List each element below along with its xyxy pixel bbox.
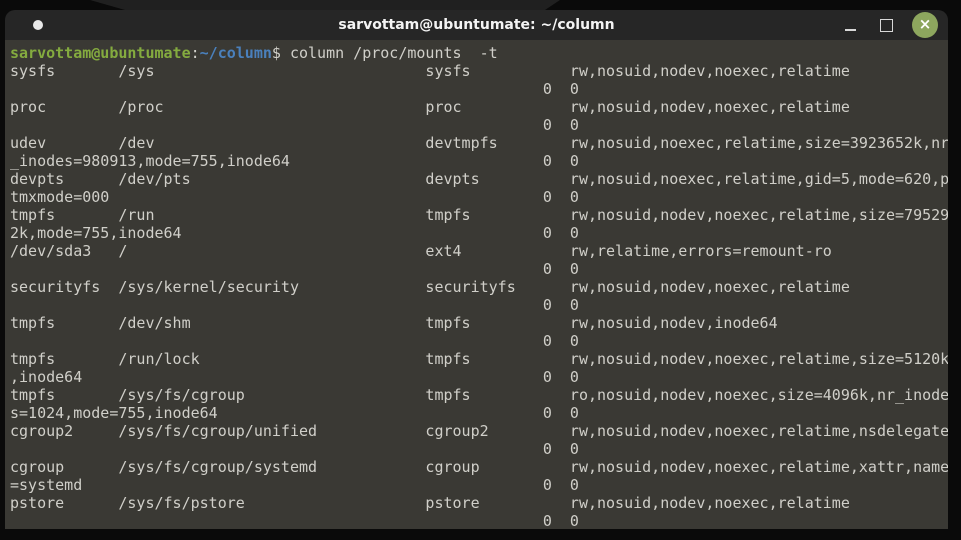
mount-row-line: tmpfs /sys/fs/cgroup tmpfs ro,nosuid,nod… [10, 386, 948, 404]
maximize-icon [879, 18, 893, 32]
prompt-user: sarvottam@ubuntumate [10, 44, 191, 62]
prompt-path: ~/column [199, 44, 272, 62]
prompt-line: sarvottam@ubuntumate:~/column$ column /p… [10, 44, 948, 62]
mount-row-line: proc /proc proc rw,nosuid,nodev,noexec,r… [10, 98, 850, 116]
prompt-command: $ column /proc/mounts -t [271, 44, 498, 62]
mount-row-line: cgroup /sys/fs/cgroup/systemd cgroup rw,… [10, 458, 948, 476]
minimize-button[interactable] [832, 10, 868, 40]
mount-row-wrap-line: _inodes=980913,mode=755,inode64 0 0 [10, 152, 579, 170]
mount-row-line: pstore /sys/fs/pstore pstore rw,nosuid,n… [10, 494, 850, 512]
window-controls: × [832, 10, 942, 40]
maximize-button[interactable] [868, 10, 904, 40]
mount-row-wrap-line: ,inode64 0 0 [10, 368, 579, 386]
mount-row-wrap-line: 2k,mode=755,inode64 0 0 [10, 224, 579, 242]
mount-row-wrap-line: tmxmode=000 0 0 [10, 188, 579, 206]
mount-row-wrap-line: 0 0 [10, 80, 579, 98]
mount-row-line: cgroup2 /sys/fs/cgroup/unified cgroup2 r… [10, 422, 948, 440]
mount-row-wrap-line: 0 0 [10, 332, 579, 350]
close-icon: × [918, 14, 932, 33]
mount-row-line: tmpfs /dev/shm tmpfs rw,nosuid,nodev,ino… [10, 314, 778, 332]
terminal-screen[interactable]: sarvottam@ubuntumate:~/column$ column /p… [5, 40, 948, 529]
wallpaper-wedge [90, 0, 560, 10]
mount-row-wrap-line: 0 0 [10, 296, 579, 314]
mount-row-wrap-line: 0 0 [10, 260, 579, 278]
window-title: sarvottam@ubuntumate: ~/column [338, 17, 615, 33]
titlebar[interactable]: sarvottam@ubuntumate: ~/column × [5, 10, 948, 40]
mount-row-wrap-line: s=1024,mode=755,inode64 0 0 [10, 404, 579, 422]
close-button[interactable]: × [912, 12, 938, 38]
mount-row-line: /dev/sda3 / ext4 rw,relatime,errors=remo… [10, 242, 832, 260]
minimize-icon [844, 28, 856, 31]
command-output: sysfs /sys sysfs rw,nosuid,nodev,noexec,… [10, 62, 948, 529]
mount-row-wrap-line: 0 0 [10, 512, 579, 529]
mount-row-line: tmpfs /run/lock tmpfs rw,nosuid,nodev,no… [10, 350, 948, 368]
mount-row-line: devpts /dev/pts devpts rw,nosuid,noexec,… [10, 170, 948, 188]
mount-row-line: udev /dev devtmpfs rw,nosuid,noexec,rela… [10, 134, 948, 152]
mount-row-wrap-line: 0 0 [10, 440, 579, 458]
prompt-separator: : [190, 44, 200, 62]
mount-row-wrap-line: 0 0 [10, 116, 579, 134]
mount-row-wrap-line: =systemd 0 0 [10, 476, 579, 494]
mount-row-line: sysfs /sys sysfs rw,nosuid,nodev,noexec,… [10, 62, 850, 80]
terminal-window: sarvottam@ubuntumate: ~/column × sarvott… [5, 10, 948, 529]
mount-row-line: tmpfs /run tmpfs rw,nosuid,nodev,noexec,… [10, 206, 948, 224]
mount-row-line: securityfs /sys/kernel/security security… [10, 278, 850, 296]
